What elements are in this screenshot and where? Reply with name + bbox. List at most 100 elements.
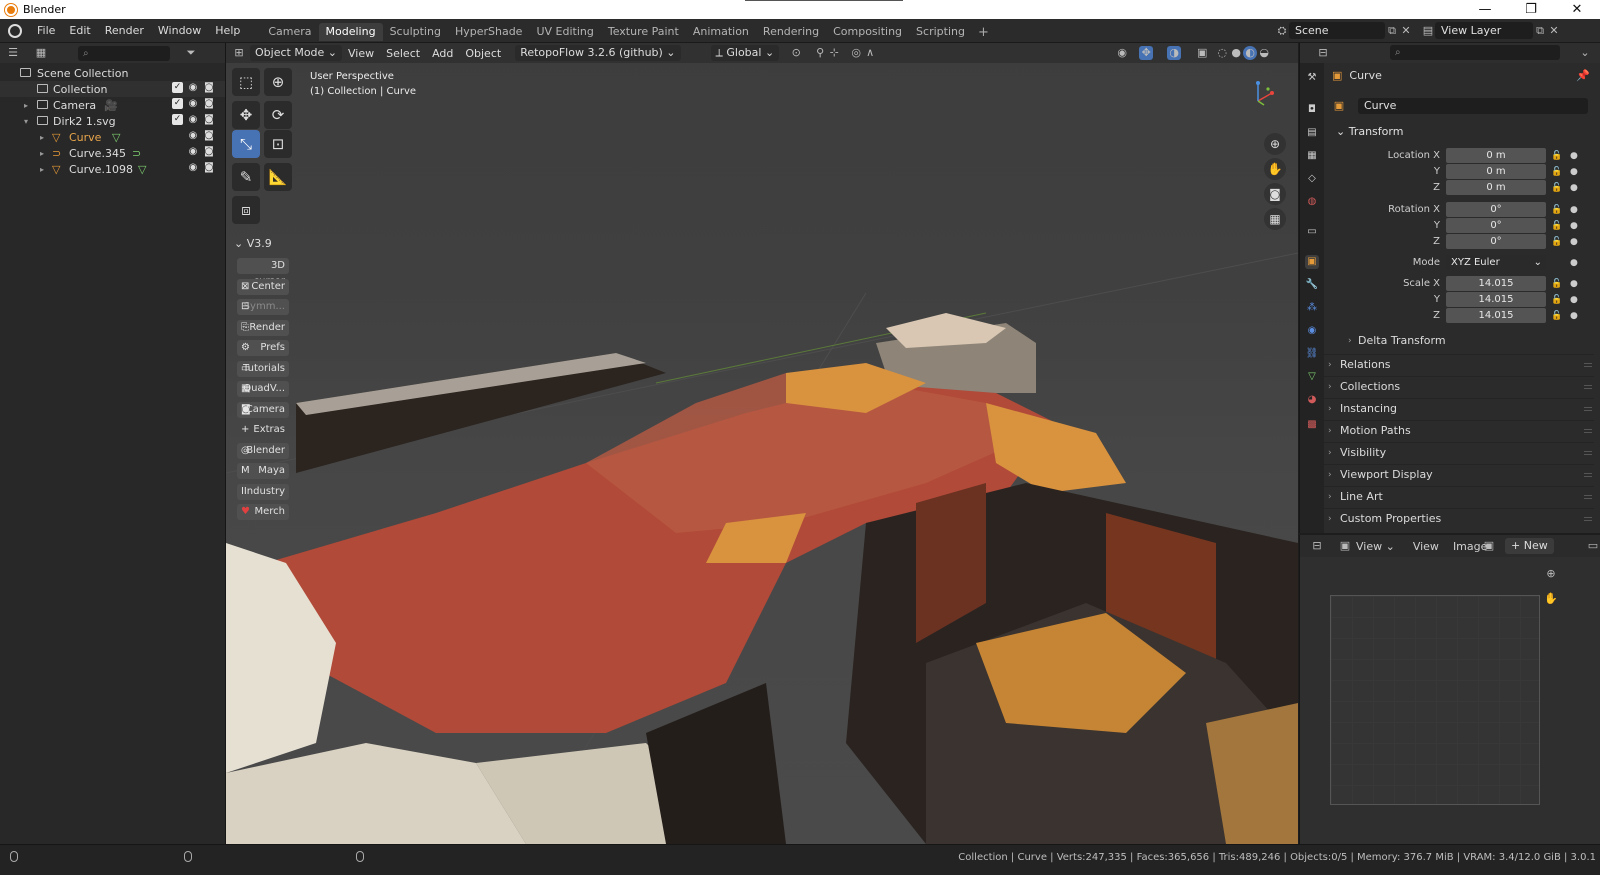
- snap-icon[interactable]: ⚲: [813, 46, 827, 60]
- keyframe-dot-icon[interactable]: ●: [1570, 276, 1578, 292]
- tree-row-scene-collection[interactable]: Scene Collection: [0, 65, 225, 81]
- camera-render-icon[interactable]: ◙: [203, 146, 215, 157]
- measure-tool-icon[interactable]: 📐: [264, 163, 292, 191]
- tab-rendering[interactable]: Rendering: [756, 23, 826, 41]
- open-image-icon[interactable]: ▭: [1586, 539, 1600, 553]
- menu-window[interactable]: Window: [151, 19, 208, 43]
- keyframe-dot-icon[interactable]: ●: [1570, 218, 1578, 234]
- blender-logo-icon[interactable]: [8, 23, 22, 38]
- snap-target-icon[interactable]: ⊹: [827, 46, 841, 60]
- falloff-icon[interactable]: ∧: [863, 46, 877, 60]
- mode-selector[interactable]: Object Mode ⌄: [250, 45, 343, 61]
- eye-icon[interactable]: ◉: [187, 130, 199, 141]
- viewport-menu-add[interactable]: Add: [426, 47, 459, 60]
- expand-arrow-icon[interactable]: ▸: [40, 133, 44, 142]
- line-art-panel[interactable]: › Line Art: [1324, 486, 1594, 506]
- tab-modeling[interactable]: Modeling: [318, 22, 383, 41]
- scale-z-field[interactable]: 14.015: [1446, 308, 1546, 323]
- select-box-tool-icon[interactable]: ⬚: [232, 68, 260, 96]
- world-tab-icon[interactable]: ◍: [1305, 195, 1319, 209]
- material-shading-icon[interactable]: ◐: [1243, 46, 1258, 60]
- tree-row-camera[interactable]: ▸ Camera 🎥 ✓ ◉ ◙: [0, 97, 225, 113]
- tab-animation[interactable]: Animation: [686, 23, 756, 41]
- image-canvas[interactable]: [1330, 595, 1540, 805]
- transform-panel-header[interactable]: ⌄ Transform: [1324, 122, 1594, 142]
- transform-tool-icon[interactable]: ⊡: [264, 130, 292, 158]
- scale-x-field[interactable]: 14.015: [1446, 276, 1546, 291]
- texture-tab-icon[interactable]: ▩: [1305, 418, 1319, 432]
- tab-scripting[interactable]: Scripting: [909, 23, 972, 41]
- scene-name-field[interactable]: Scene: [1289, 22, 1385, 39]
- orientation-selector[interactable]: ⟂ Global ⌄: [710, 45, 780, 61]
- tree-row-curve-1098[interactable]: ▸ ▽ Curve.1098 ▽ ◉ ◙: [0, 161, 225, 177]
- menu-file[interactable]: File: [30, 19, 62, 43]
- rendered-shading-icon[interactable]: ◒: [1257, 46, 1271, 60]
- viewport-menu-select[interactable]: Select: [380, 47, 426, 60]
- wireframe-shading-icon[interactable]: ◌: [1215, 46, 1229, 60]
- menu-render[interactable]: Render: [98, 19, 151, 43]
- camera-render-icon[interactable]: ◙: [203, 162, 215, 173]
- tool-tab-icon[interactable]: ⚒: [1305, 71, 1319, 85]
- display-mode-icon[interactable]: ▦: [34, 46, 48, 60]
- editor-type-icon[interactable]: ☰: [6, 46, 20, 60]
- eye-icon[interactable]: ◉: [187, 146, 199, 157]
- viewport-menu-view[interactable]: View: [342, 47, 380, 60]
- rotation-y-field[interactable]: 0°: [1446, 218, 1546, 233]
- add-cube-tool-icon[interactable]: ⧈: [232, 196, 260, 224]
- camera-render-icon[interactable]: ◙: [203, 82, 215, 93]
- keyframe-dot-icon[interactable]: ●: [1570, 292, 1578, 308]
- camera-view-icon[interactable]: ◙: [1264, 183, 1286, 205]
- menu-edit[interactable]: Edit: [62, 19, 97, 43]
- scene-icon[interactable]: ⛭: [1275, 24, 1289, 38]
- object-name-field[interactable]: Curve: [1358, 98, 1588, 114]
- view-layer-icon[interactable]: ▤: [1421, 24, 1435, 38]
- btn-extras[interactable]: + Extras: [237, 422, 289, 438]
- btn-industry[interactable]: I Industry: [237, 484, 289, 500]
- maximize-button[interactable]: ❐: [1508, 0, 1554, 19]
- data-tab-icon[interactable]: ▽: [1305, 370, 1319, 384]
- btn-prefs[interactable]: ⚙ Prefs: [237, 340, 289, 356]
- lock-icon[interactable]: 🔓: [1551, 218, 1562, 234]
- minimize-button[interactable]: —: [1462, 0, 1508, 19]
- camera-render-icon[interactable]: ◙: [203, 130, 215, 141]
- annotate-tool-icon[interactable]: ✎: [232, 163, 260, 191]
- solid-shading-icon[interactable]: ●: [1229, 46, 1243, 60]
- lock-icon[interactable]: 🔓: [1551, 276, 1562, 292]
- scene-tab-icon[interactable]: ◇: [1305, 172, 1319, 186]
- btn-maya[interactable]: M Maya: [237, 463, 289, 479]
- custom-properties-panel[interactable]: › Custom Properties: [1324, 508, 1594, 528]
- btn-quadv[interactable]: ▦ QuadV...: [237, 381, 289, 397]
- exclude-checkbox[interactable]: ✓: [172, 82, 183, 93]
- zoom-icon[interactable]: ⊕: [1264, 133, 1286, 155]
- location-z-field[interactable]: 0 m: [1446, 180, 1546, 195]
- keyframe-dot-icon[interactable]: ●: [1570, 164, 1578, 180]
- btn-merch[interactable]: ♥ Merch: [237, 504, 289, 520]
- editor-type-icon[interactable]: ⊟: [1310, 539, 1324, 553]
- camera-render-icon[interactable]: ◙: [203, 98, 215, 109]
- delete-view-layer-icon[interactable]: ✕: [1547, 24, 1561, 38]
- object-browse-icon[interactable]: ▣: [1332, 99, 1346, 113]
- delta-transform-subpanel[interactable]: › Delta Transform: [1324, 331, 1594, 351]
- particles-tab-icon[interactable]: ⁂: [1305, 301, 1319, 315]
- btn-symm[interactable]: ⊟ Symm...: [237, 299, 289, 315]
- pivot-icon[interactable]: ⊙: [789, 46, 803, 60]
- delete-scene-icon[interactable]: ✕: [1399, 24, 1413, 38]
- lock-icon[interactable]: 🔓: [1551, 292, 1562, 308]
- scale-y-field[interactable]: 14.015: [1446, 292, 1546, 307]
- outliner-search-input[interactable]: ⌕: [78, 45, 170, 61]
- btn-center[interactable]: ⊠ Center: [237, 279, 289, 295]
- keyframe-dot-icon[interactable]: ●: [1570, 234, 1578, 250]
- axis-gizmo[interactable]: [1246, 77, 1280, 111]
- tab-camera[interactable]: Camera: [261, 23, 318, 41]
- lock-icon[interactable]: 🔓: [1551, 180, 1562, 196]
- view-mode-icon[interactable]: ▣: [1338, 539, 1352, 553]
- scale-tool-icon[interactable]: ⤡: [232, 130, 260, 158]
- proportional-edit-icon[interactable]: ◎: [849, 46, 863, 60]
- instancing-panel[interactable]: › Instancing: [1324, 398, 1594, 418]
- tab-uv-editing[interactable]: UV Editing: [529, 23, 600, 41]
- add-workspace-icon[interactable]: +: [972, 23, 995, 43]
- view-layer-tab-icon[interactable]: ▦: [1305, 149, 1319, 163]
- xray-icon[interactable]: ▣: [1195, 46, 1209, 60]
- view-layer-field[interactable]: View Layer: [1435, 22, 1533, 39]
- tree-row-dirk2[interactable]: ▾ Dirk2 1.svg ✓ ◉ ◙: [0, 113, 225, 129]
